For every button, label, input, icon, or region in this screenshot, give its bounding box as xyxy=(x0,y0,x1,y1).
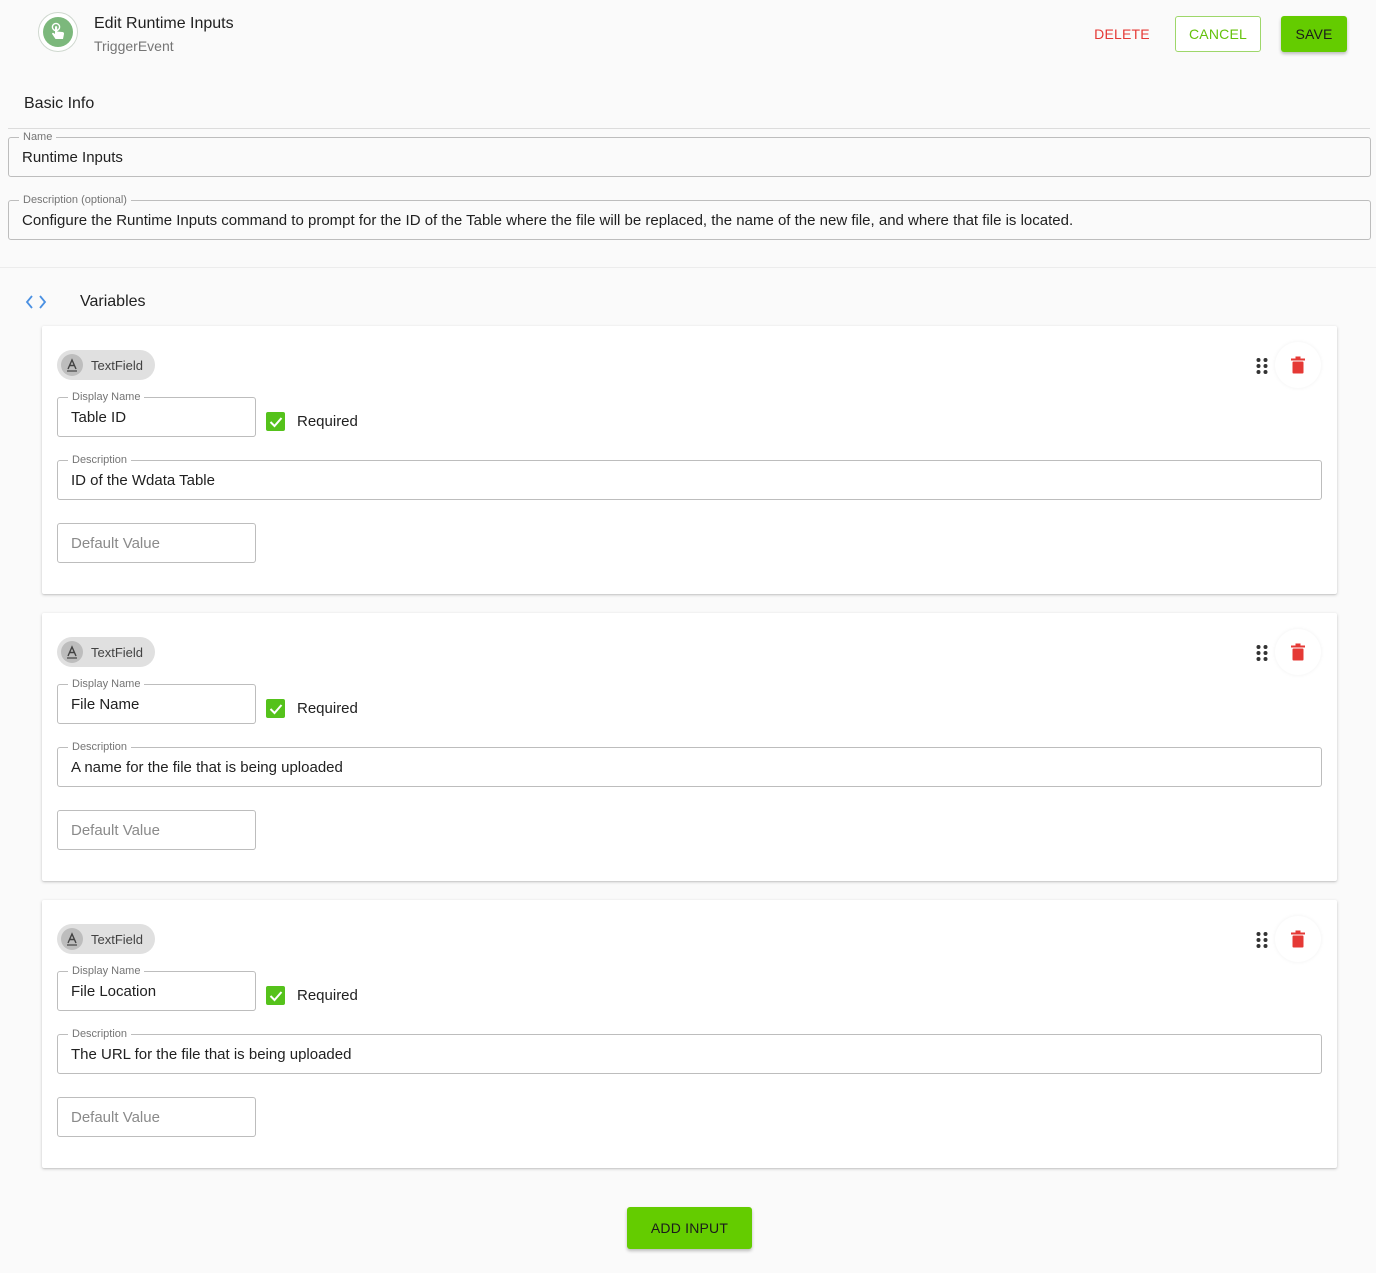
description-field-value[interactable]: Configure the Runtime Inputs command to … xyxy=(22,201,1360,239)
delete-button[interactable]: DELETE xyxy=(1084,16,1160,52)
delete-variable-button[interactable] xyxy=(1275,629,1321,675)
default-value-input[interactable] xyxy=(71,524,245,562)
field-type-chip: TextField xyxy=(57,637,156,667)
code-brackets-icon[interactable] xyxy=(24,292,48,312)
default-value-input[interactable] xyxy=(71,1098,245,1136)
trash-icon xyxy=(1291,643,1305,661)
required-label: Required xyxy=(297,413,358,430)
required-label: Required xyxy=(297,987,358,1004)
name-field-value[interactable]: Runtime Inputs xyxy=(22,138,1360,176)
checkmark-icon xyxy=(269,416,282,427)
basic-info-divider xyxy=(8,128,1370,129)
default-value-field[interactable] xyxy=(57,1097,256,1137)
touch-hand-icon xyxy=(38,12,78,52)
variable-description-field[interactable]: Description ID of the Wdata Table xyxy=(57,454,1322,500)
text-format-icon xyxy=(61,354,83,376)
trash-icon xyxy=(1291,930,1305,948)
default-value-input[interactable] xyxy=(71,811,245,849)
basic-info-heading: Basic Info xyxy=(24,95,95,112)
variable-card: TextField Display Name File Location Req… xyxy=(42,900,1337,1168)
field-type-chip: TextField xyxy=(57,350,156,380)
required-checkbox[interactable] xyxy=(266,412,285,431)
display-name-value[interactable]: File Name xyxy=(71,685,245,723)
delete-variable-button[interactable] xyxy=(1275,342,1321,388)
edit-runtime-inputs-page: Edit Runtime Inputs TriggerEvent DELETE … xyxy=(0,0,1376,1273)
variables-heading: Variables xyxy=(80,293,146,310)
drag-handle-icon[interactable] xyxy=(1255,644,1269,662)
variable-description-value[interactable]: A name for the file that is being upload… xyxy=(71,748,1311,786)
required-checkbox[interactable] xyxy=(266,699,285,718)
text-format-icon xyxy=(61,928,83,950)
display-name-value[interactable]: File Location xyxy=(71,972,245,1010)
default-value-field[interactable] xyxy=(57,523,256,563)
variable-description-value[interactable]: ID of the Wdata Table xyxy=(71,461,1311,499)
display-name-field[interactable]: Display Name Table ID xyxy=(57,391,256,437)
save-button[interactable]: SAVE xyxy=(1281,16,1347,52)
required-checkbox[interactable] xyxy=(266,986,285,1005)
trash-icon xyxy=(1291,356,1305,374)
delete-variable-button[interactable] xyxy=(1275,916,1321,962)
page-title: Edit Runtime Inputs xyxy=(94,15,234,32)
text-format-icon xyxy=(61,641,83,663)
field-type-label: TextField xyxy=(91,931,144,947)
variable-description-value[interactable]: The URL for the file that is being uploa… xyxy=(71,1035,1311,1073)
display-name-field[interactable]: Display Name File Location xyxy=(57,965,256,1011)
field-type-chip: TextField xyxy=(57,924,156,954)
display-name-field[interactable]: Display Name File Name xyxy=(57,678,256,724)
required-label: Required xyxy=(297,700,358,717)
add-input-button[interactable]: ADD INPUT xyxy=(627,1207,752,1249)
default-value-field[interactable] xyxy=(57,810,256,850)
drag-handle-icon[interactable] xyxy=(1255,931,1269,949)
cancel-button[interactable]: CANCEL xyxy=(1175,16,1261,52)
description-field[interactable]: Description (optional) Configure the Run… xyxy=(8,194,1371,240)
variable-card: TextField Display Name Table ID Required… xyxy=(42,326,1337,594)
page-subtitle: TriggerEvent xyxy=(94,38,174,54)
field-type-label: TextField xyxy=(91,644,144,660)
field-type-label: TextField xyxy=(91,357,144,373)
section-divider xyxy=(0,267,1376,268)
variable-card: TextField Display Name File Name Require… xyxy=(42,613,1337,881)
checkmark-icon xyxy=(269,990,282,1001)
display-name-value[interactable]: Table ID xyxy=(71,398,245,436)
checkmark-icon xyxy=(269,703,282,714)
variable-description-field[interactable]: Description The URL for the file that is… xyxy=(57,1028,1322,1074)
variable-description-field[interactable]: Description A name for the file that is … xyxy=(57,741,1322,787)
drag-handle-icon[interactable] xyxy=(1255,357,1269,375)
name-field[interactable]: Name Runtime Inputs xyxy=(8,131,1371,177)
